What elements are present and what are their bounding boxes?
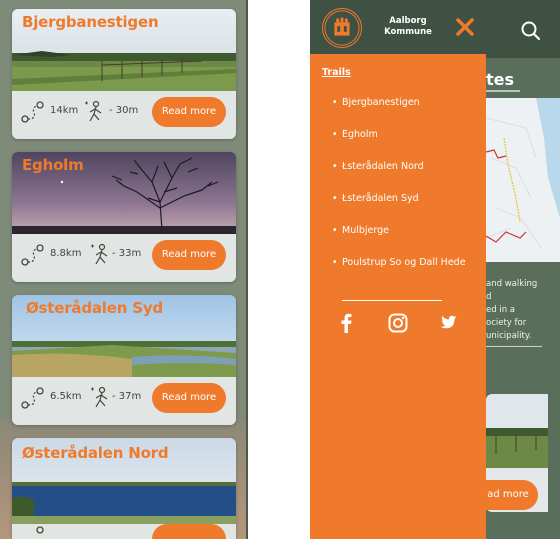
trail-menu-list: Bjergbanestigen Egholm Łsterådalen Nord … — [332, 96, 472, 270]
hiker-icon — [85, 100, 102, 122]
instagram-icon[interactable] — [388, 313, 408, 333]
distance-value: 6.5km — [50, 391, 82, 402]
read-more-button[interactable] — [152, 524, 226, 539]
read-more-button[interactable]: Read more — [152, 97, 226, 127]
distance-value: 8.8km — [50, 248, 82, 259]
logo-emblem[interactable] — [322, 8, 362, 48]
search-icon[interactable] — [520, 20, 542, 42]
route-icon — [36, 526, 44, 534]
trail-card[interactable]: Østerådalen Syd 6.5km - 37m Read more — [12, 295, 236, 425]
read-more-button[interactable]: Read more — [152, 240, 226, 270]
twitter-icon[interactable] — [440, 313, 460, 331]
ascent-value: - 37m — [112, 391, 142, 402]
facebook-icon[interactable] — [338, 313, 354, 333]
ascent-value: - 30m — [109, 105, 139, 116]
intro-text: and walking d ed in a ociety for unicipa… — [486, 279, 538, 341]
trail-title: Østerådalen Nord — [22, 444, 169, 462]
trail-card[interactable]: Østerådalen Nord — [12, 438, 236, 539]
read-more-button[interactable]: ad more — [478, 480, 538, 510]
menu-item[interactable]: Łsterådalen Nord — [332, 160, 472, 174]
section-divider — [486, 346, 542, 347]
brand-name: Aalborg Kommune — [384, 16, 432, 37]
trail-map[interactable] — [486, 98, 560, 262]
route-icon — [21, 101, 44, 123]
screen: Bjergbanestigen 14km - 30m Read more Egh… — [0, 0, 560, 539]
side-menu: Aalborg Kommune Trails Bjergbanestigen E… — [310, 0, 486, 539]
menu-item[interactable]: Bjergbanestigen — [332, 96, 472, 110]
trail-list: Bjergbanestigen 14km - 30m Read more Egh… — [0, 0, 248, 539]
route-icon — [21, 387, 44, 409]
trail-photo — [486, 394, 548, 468]
trail-title: Østerådalen Syd — [26, 299, 163, 317]
trail-card[interactable]: Egholm 8.8km - 33m Read more — [12, 152, 236, 282]
trail-title: Egholm — [22, 156, 84, 174]
ascent-value: - 33m — [112, 248, 142, 259]
menu-item[interactable]: Mulbjerge — [332, 224, 472, 238]
menu-item[interactable]: Egholm — [332, 128, 472, 142]
distance-value: 14km — [50, 105, 79, 116]
menu-divider — [342, 300, 442, 301]
section-heading: tes — [486, 70, 515, 89]
close-icon[interactable] — [456, 18, 474, 36]
trail-card[interactable]: Bjergbanestigen 14km - 30m Read more — [12, 9, 236, 139]
trail-title: Bjergbanestigen — [22, 13, 159, 31]
menu-section-title[interactable]: Trails — [322, 67, 351, 78]
menu-item[interactable]: Łsterådalen Syd — [332, 192, 472, 206]
read-more-button[interactable]: Read more — [152, 383, 226, 413]
menu-header: Aalborg Kommune — [310, 0, 486, 54]
route-icon — [21, 244, 44, 266]
heading-underline — [486, 90, 520, 92]
menu-item[interactable]: Poulstrup So og Dall Hede — [332, 256, 472, 270]
